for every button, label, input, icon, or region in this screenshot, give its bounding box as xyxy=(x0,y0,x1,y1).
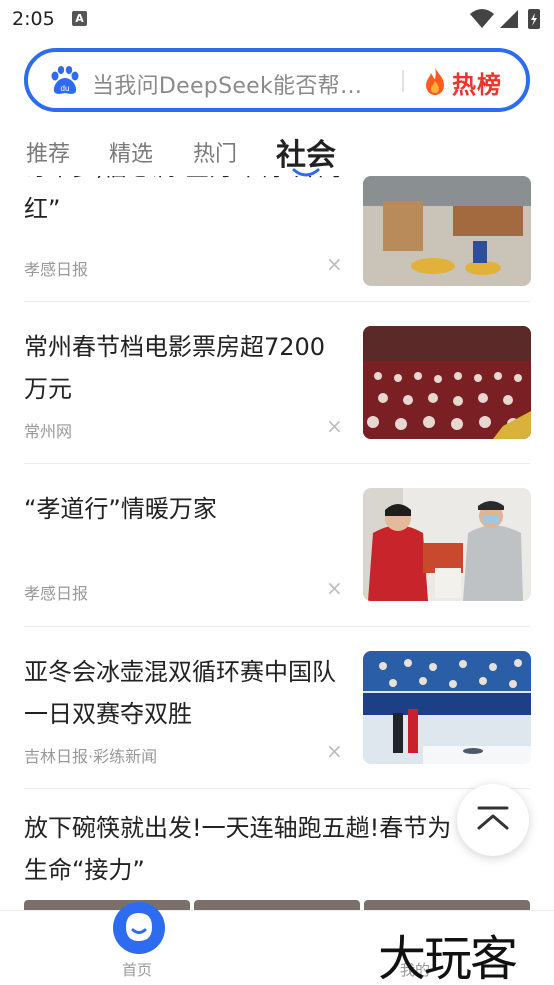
status-icons xyxy=(470,9,540,29)
back-to-top-button[interactable] xyxy=(457,784,529,856)
category-tabs: 推荐 精选 热门 社会 xyxy=(0,128,554,177)
news-thumbnail[interactable] xyxy=(363,488,531,601)
bottom-nav: 首页 我的 大玩客 xyxy=(0,902,554,985)
status-bar: 2:05 A xyxy=(0,0,554,38)
news-title[interactable]: 亚冬会冰壶混双循环赛中国队一日双赛夺双胜 xyxy=(24,651,349,735)
divider xyxy=(24,788,530,789)
home-icon[interactable] xyxy=(112,901,166,955)
strip-image[interactable] xyxy=(194,900,360,910)
news-title[interactable]: “孝道行”情暖万家 xyxy=(24,488,349,530)
baidu-paw-icon: du xyxy=(51,66,79,94)
news-item[interactable]: 订单多,信心满!全力冲刺“开门红” 孝感日报 × xyxy=(24,176,531,301)
news-thumbnail[interactable] xyxy=(363,176,531,286)
divider xyxy=(24,463,530,464)
watermark-logo: 大玩客 xyxy=(378,931,518,985)
search-bar[interactable]: du 当我问DeepSeek能否帮… 热榜 xyxy=(24,48,530,112)
strip-image[interactable] xyxy=(364,900,530,910)
image-strip[interactable] xyxy=(24,900,530,910)
news-source: 孝感日报 xyxy=(24,260,89,279)
news-item[interactable]: “孝道行”情暖万家 孝感日报 × xyxy=(24,488,531,628)
news-title[interactable]: 常州春节档电影票房超7200万元 xyxy=(24,326,349,410)
signal-icon xyxy=(500,10,518,28)
tab-hot[interactable]: 热门 xyxy=(193,136,237,168)
news-title[interactable]: 订单多,信心满!全力冲刺“开门红” xyxy=(24,176,349,230)
news-item[interactable]: 常州春节档电影票房超7200万元 常州网 × xyxy=(24,326,531,466)
news-thumbnail[interactable] xyxy=(363,651,531,764)
news-source: 常州网 xyxy=(24,422,73,441)
hot-list-button[interactable]: 热榜 xyxy=(452,65,502,100)
tab-selected[interactable]: 精选 xyxy=(109,136,153,168)
divider xyxy=(24,626,530,627)
news-source: 孝感日报 xyxy=(24,584,89,603)
news-title[interactable]: 放下碗筷就出发!一天连轴跑五趟!春节为生命“接力” xyxy=(24,807,464,891)
close-icon[interactable]: × xyxy=(326,252,343,276)
search-input[interactable]: 当我问DeepSeek能否帮… xyxy=(92,68,362,100)
divider xyxy=(24,301,530,302)
news-source: 吉林日报·彩练新闻 xyxy=(24,747,158,766)
tab-recommend[interactable]: 推荐 xyxy=(26,136,70,168)
status-time: 2:05 xyxy=(12,8,55,30)
close-icon[interactable]: × xyxy=(326,739,343,763)
notification-icon: A xyxy=(72,11,87,26)
close-icon[interactable]: × xyxy=(326,576,343,600)
svg-text:du: du xyxy=(61,84,70,93)
close-icon[interactable]: × xyxy=(326,414,343,438)
news-thumbnail[interactable] xyxy=(363,326,531,439)
nav-home-label[interactable]: 首页 xyxy=(122,959,152,980)
wifi-icon xyxy=(470,9,494,28)
news-item[interactable]: 放下碗筷就出发!一天连轴跑五趟!春节为生命“接力” xyxy=(24,807,530,910)
flame-icon xyxy=(426,67,444,95)
news-item[interactable]: 亚冬会冰壶混双循环赛中国队一日双赛夺双胜 吉林日报·彩练新闻 × xyxy=(24,651,531,791)
search-divider xyxy=(402,70,404,92)
